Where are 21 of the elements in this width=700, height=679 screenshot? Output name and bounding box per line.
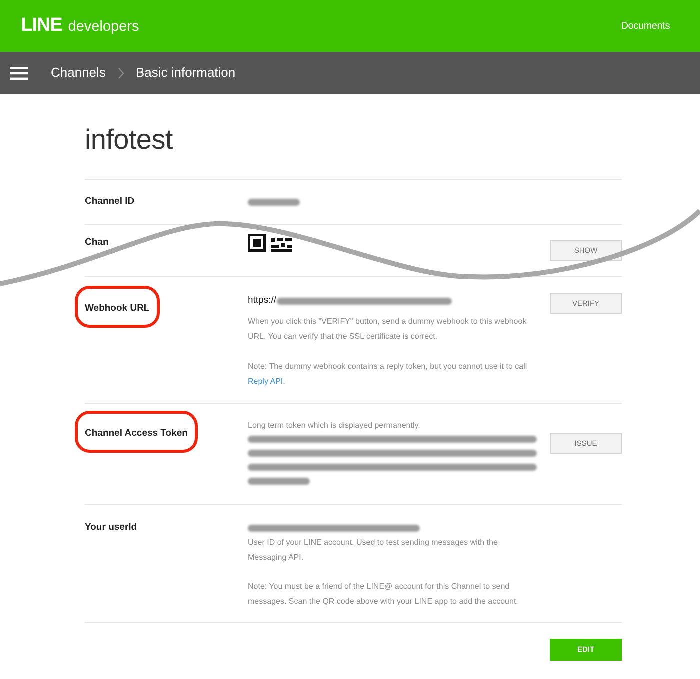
- menu-icon[interactable]: [10, 66, 28, 80]
- help-text: Long term token which is displayed permanently.: [248, 420, 422, 432]
- help-text: When you click this "VERIFY" button, send a dummy webhook to this webhook URL. You can verify that the SSL certificate is correct.: [248, 316, 528, 343]
- webhook-url-value: https://: [248, 295, 277, 307]
- help-text: Note: You must be a friend of the LINE@ account for this Channel to send messages. Scan the QR code above with your LINE app to add the account.: [248, 581, 520, 608]
- field-label: Chan: [85, 237, 109, 249]
- field-label: Your userId: [85, 522, 138, 534]
- logo-product-name: developers: [68, 18, 140, 37]
- breadcrumb-current: Basic information: [136, 64, 236, 82]
- reply-api-link[interactable]: Reply API: [248, 377, 284, 386]
- field-label: Channel Access Token: [85, 428, 188, 439]
- channel-title: infotest: [85, 123, 174, 157]
- field-label: Webhook URL: [85, 303, 150, 314]
- field-label: Channel ID: [85, 196, 135, 208]
- documents-link[interactable]: Documents: [621, 18, 670, 34]
- chevron-right-icon: [118, 68, 124, 78]
- help-text: User ID of your LINE account. Used to test sending messages with the Messaging API.: [248, 537, 499, 564]
- logo-wordmark: LINE: [21, 14, 62, 38]
- help-text: Note: The dummy webhook contains a reply token, but you cannot use it to call Reply API.: [248, 361, 528, 388]
- breadcrumb-link[interactable]: Channels: [51, 63, 106, 83]
- qr-code-icon: [248, 234, 292, 252]
